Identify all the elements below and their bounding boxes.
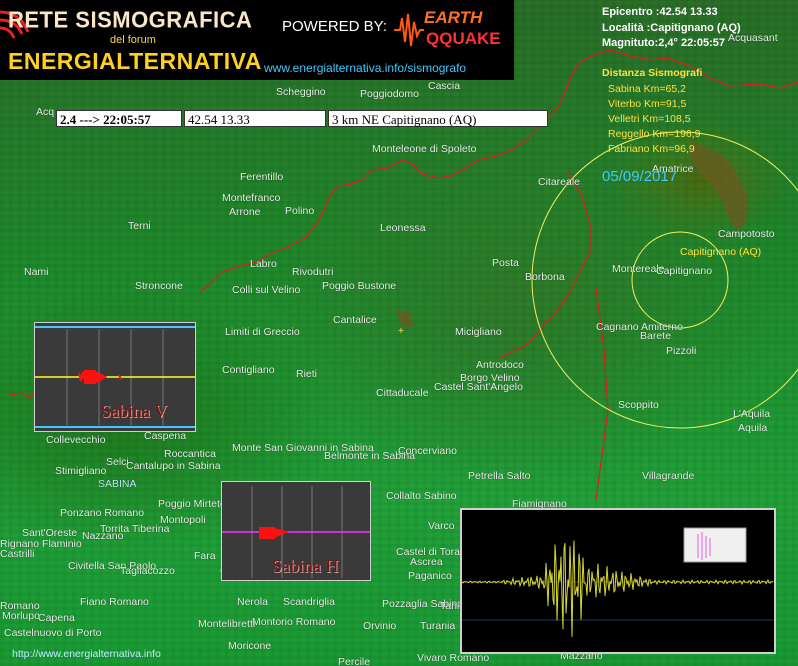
town-label: Castel Sant'Angelo bbox=[434, 381, 523, 393]
banner-title: RETE SISMOGRAFICA bbox=[8, 6, 253, 33]
earthquake-logo-top: EARTH bbox=[424, 8, 483, 27]
town-label: Montorio Romano bbox=[252, 616, 336, 628]
earthquake-logo-bottom: QQUAKE bbox=[426, 29, 501, 48]
town-label: Terni bbox=[128, 220, 151, 232]
seismograph-h-label: Sabina H bbox=[272, 556, 339, 576]
town-label: Labro bbox=[250, 258, 277, 270]
town-label: Rieti bbox=[296, 368, 318, 380]
distance-item: Fabriano Km=96,9 bbox=[608, 143, 695, 155]
town-label: Capitignano bbox=[656, 265, 713, 277]
town-label: Posta bbox=[492, 257, 519, 269]
epicenter-label: Capitignano (AQ) bbox=[680, 246, 762, 258]
town-label: Aquila bbox=[738, 422, 768, 434]
town-label: Castelnuovo di Porto bbox=[4, 627, 102, 639]
seismogram-waveform bbox=[462, 527, 774, 637]
town-label: Rignano Flaminio bbox=[0, 538, 82, 550]
town-label: Ponzano Romano bbox=[60, 507, 145, 519]
distance-item: Velletri Km=108,5 bbox=[608, 113, 691, 125]
town-label: Antrodoco bbox=[476, 359, 524, 371]
town-label: Percile bbox=[338, 656, 371, 666]
summary-place: 3 km NE Capitignano (AQ) bbox=[328, 110, 548, 127]
town-label: Polino bbox=[285, 205, 315, 217]
town-label: Micigliano bbox=[455, 326, 502, 338]
distance-title: Distanza Sismografi bbox=[602, 67, 703, 79]
town-label: Capena bbox=[38, 612, 75, 624]
seismograph-sabina-h[interactable]: Sabina H bbox=[221, 481, 371, 581]
seismograph-map-view: + Scheggino Poggiodomo Cascia Acquasant Acq M… bbox=[0, 0, 798, 666]
town-label: Orvinio bbox=[363, 620, 397, 632]
town-label: Limiti di Greccio bbox=[225, 326, 300, 338]
town-label: Varco bbox=[428, 520, 455, 532]
town-label: Acq bbox=[36, 106, 55, 118]
town-label: Poggiodomo bbox=[360, 88, 419, 100]
town-label: Contigliano bbox=[222, 364, 275, 376]
town-label: Montelibretti bbox=[198, 618, 256, 630]
town-label: Barete bbox=[640, 330, 671, 342]
town-label: Ferentillo bbox=[240, 171, 284, 183]
distance-item: Sabina Km=65,2 bbox=[608, 83, 686, 95]
town-label: Fiano Romano bbox=[80, 596, 149, 608]
town-label: Nerola bbox=[237, 596, 268, 608]
town-label: Roccantica bbox=[164, 448, 216, 460]
town-label: Fara bbox=[194, 550, 216, 562]
town-label: Cantalice bbox=[333, 314, 377, 326]
town-label: Ascrea bbox=[410, 556, 443, 568]
town-label: Stroncone bbox=[135, 280, 183, 292]
town-label: Citareale bbox=[538, 176, 581, 188]
banner-forum-name: ENERGIALTERNATIVA bbox=[8, 48, 262, 74]
town-label: Concerviano bbox=[398, 445, 457, 457]
town-label: Petrella Salto bbox=[468, 470, 531, 482]
magnitudo-text: Magnituto:2,4° 22:05:57 bbox=[602, 37, 725, 49]
town-label: Monteleone di Spoleto bbox=[372, 143, 477, 155]
town-label: Scoppito bbox=[618, 399, 659, 411]
town-label: Scheggino bbox=[276, 86, 326, 98]
town-label: L'Aquila bbox=[733, 408, 771, 420]
town-label: Turania bbox=[420, 620, 456, 632]
town-label: Cittaducale bbox=[376, 387, 429, 399]
event-date: 05/09/2017 bbox=[602, 168, 678, 185]
town-label: Campotosto bbox=[718, 228, 775, 240]
epicentro-text: Epicentro :42.54 13.33 bbox=[602, 6, 718, 18]
summary-coordinates: 42.54 13.33 bbox=[184, 110, 326, 127]
town-label: Nazzano bbox=[82, 530, 124, 542]
banner-url-link[interactable]: www.energialternativa.info/sismografo bbox=[264, 61, 466, 75]
seismic-trace-logo-icon bbox=[394, 13, 424, 47]
summary-magnitude-time: 2.4 ---> 22:05:57 bbox=[56, 110, 182, 127]
town-label: SABINA bbox=[98, 478, 137, 490]
seismograph-v-label: Sabina V bbox=[101, 401, 168, 421]
town-label: Cascia bbox=[428, 80, 461, 92]
network-banner: RETE SISMOGRAFICA del forum ENERGIALTERN… bbox=[0, 0, 514, 80]
town-label: Stimigliano bbox=[55, 465, 107, 477]
town-label: Tagliacozzo bbox=[120, 565, 175, 577]
town-label: Montefranco bbox=[222, 192, 281, 204]
town-label: Colli sul Velino bbox=[232, 284, 301, 296]
town-label: Pizzoli bbox=[666, 345, 697, 357]
seismogram-panel[interactable] bbox=[460, 508, 776, 654]
town-label: Collevecchio bbox=[46, 434, 106, 446]
town-label: Poggio Mirteto bbox=[158, 498, 226, 510]
town-label: Moricone bbox=[228, 640, 272, 652]
town-label: Villagrande bbox=[642, 470, 695, 482]
town-label: Morlupo bbox=[2, 610, 40, 622]
town-label: Cantalupo in Sabina bbox=[126, 460, 221, 472]
footer-url-link[interactable]: http://www.energialternativa.info bbox=[12, 648, 161, 660]
town-label: Nami bbox=[24, 266, 49, 278]
distance-item: Reggello Km=196,9 bbox=[608, 128, 701, 140]
powered-by-label: POWERED BY: bbox=[282, 18, 388, 35]
town-label: Leonessa bbox=[380, 222, 426, 234]
town-label: Collalto Sabino bbox=[386, 490, 457, 502]
seismograph-sabina-v[interactable]: Sabina V bbox=[34, 322, 196, 432]
town-label: Paganico bbox=[408, 570, 452, 582]
epicenter-marker-rieti: + bbox=[398, 326, 404, 337]
town-label: Poggio Bustone bbox=[322, 280, 397, 292]
town-label: Scandriglia bbox=[283, 596, 335, 608]
banner-subtitle: del forum bbox=[110, 34, 156, 46]
distance-item: Viterbo Km=91,5 bbox=[608, 98, 687, 110]
town-label: Rivodutri bbox=[292, 266, 334, 278]
town-label: Arrone bbox=[229, 206, 261, 218]
localita-text: Località :Capitignano (AQ) bbox=[602, 22, 741, 34]
town-label: Borbona bbox=[525, 271, 565, 283]
